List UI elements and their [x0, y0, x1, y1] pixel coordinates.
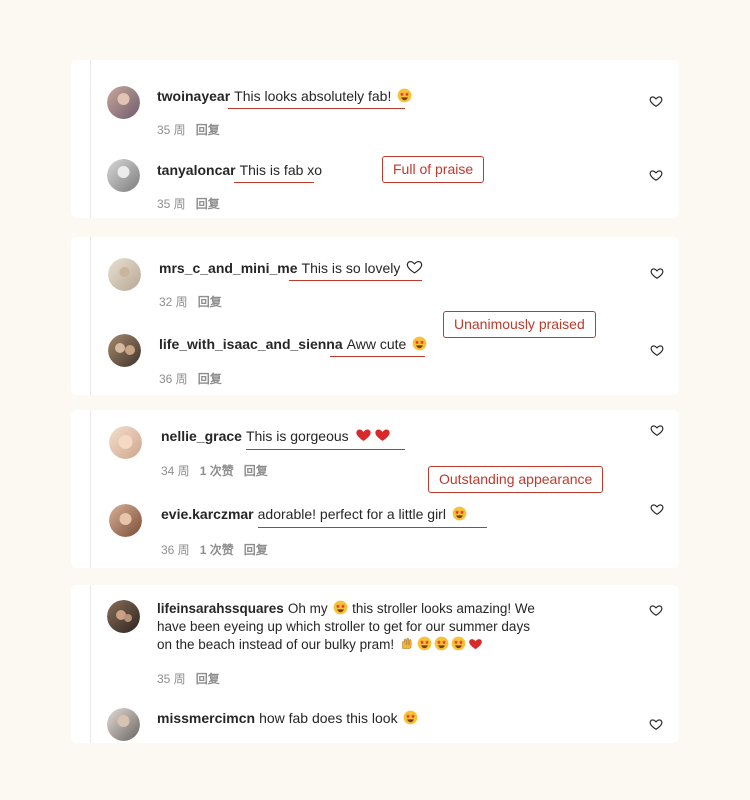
like-heart-icon[interactable]	[649, 717, 663, 731]
reply-button[interactable]: 回复	[196, 123, 220, 137]
like-heart-icon[interactable]	[649, 94, 663, 108]
star-struck-emoji	[397, 88, 412, 103]
star-struck-emoji	[333, 600, 348, 615]
like-count[interactable]: 1 次赞	[200, 464, 234, 478]
comment: evie.karczmar adorable! perfect for a lit…	[71, 490, 679, 568]
comment-text: adorable! perfect for a little girl	[257, 506, 446, 522]
comment-group-2: mrs_c_and_mini_me This is so lovely 32 周回…	[71, 237, 679, 395]
highlight-underline	[246, 449, 405, 450]
red-heart-emoji	[355, 426, 372, 443]
comment-line: missmercimcn how fab does this look	[157, 709, 418, 727]
comment-group-3: nellie_grace This is gorgeous 34 周1 次赞 回复 …	[71, 410, 679, 568]
comment-meta: 36 周回复	[159, 370, 232, 387]
avatar[interactable]	[109, 504, 142, 537]
raised-hands-emoji	[400, 636, 415, 651]
star-struck-emoji	[403, 710, 418, 725]
highlight-underline	[289, 280, 422, 281]
avatar[interactable]	[108, 258, 141, 291]
comment-text: Aww cute	[346, 336, 407, 352]
timestamp[interactable]: 32 周	[159, 295, 188, 309]
username[interactable]: evie.karczmar	[161, 506, 254, 522]
username[interactable]: mrs_c_and_mini_me	[159, 260, 298, 276]
comment: missmercimcn how fab does this look	[71, 690, 679, 743]
username[interactable]: tanyaloncar	[157, 162, 236, 178]
timestamp[interactable]: 35 周	[157, 123, 186, 137]
avatar[interactable]	[107, 159, 140, 192]
comment-line: twoinayear This looks absolutely fab!	[157, 87, 412, 105]
like-heart-icon[interactable]	[649, 603, 663, 617]
avatar[interactable]	[109, 426, 142, 459]
comment: mrs_c_and_mini_me This is so lovely 32 周回…	[71, 237, 679, 317]
timestamp[interactable]: 35 周	[157, 197, 186, 211]
star-struck-emoji	[434, 636, 449, 651]
star-struck-emoji	[412, 336, 427, 351]
comment-line: lifeinsarahssquares Oh my this stroller l…	[157, 600, 547, 654]
red-heart-emoji	[468, 636, 483, 651]
reply-button[interactable]: 回复	[196, 672, 220, 686]
timestamp[interactable]: 35 周	[157, 672, 186, 686]
star-struck-emoji	[452, 506, 467, 521]
avatar[interactable]	[107, 86, 140, 119]
comment: tanyaloncar This is fab xo 35 周回复	[71, 140, 679, 218]
comment-meta: 35 周回复	[157, 195, 230, 212]
annotation-tag: Unanimously praised	[443, 311, 596, 338]
reply-button[interactable]: 回复	[196, 197, 220, 211]
comment-group-4: lifeinsarahssquares Oh my this stroller l…	[71, 585, 679, 743]
comment: lifeinsarahssquares Oh my this stroller l…	[71, 585, 679, 690]
timestamp[interactable]: 36 周	[159, 372, 188, 386]
comment-group-1: twoinayear This looks absolutely fab! 35 …	[71, 60, 679, 218]
comment-meta: 36 周 1 次赞 回复	[161, 541, 278, 558]
comment-text: This is gorgeous	[245, 428, 349, 444]
annotation-tag: Outstanding appearance	[428, 466, 604, 493]
comment: twoinayear This looks absolutely fab! 35 …	[71, 60, 679, 140]
comment-text: how fab does this look	[259, 710, 398, 726]
username[interactable]: missmercimcn	[157, 710, 255, 726]
reply-button[interactable]: 回复	[198, 372, 222, 386]
comment-text: This looks absolutely fab!	[234, 88, 392, 104]
highlight-underline	[330, 356, 425, 357]
like-heart-icon[interactable]	[650, 266, 664, 280]
username[interactable]: nellie_grace	[161, 428, 242, 444]
comment-line: nellie_grace This is gorgeous	[161, 426, 391, 445]
comment-text: This is so lovely	[301, 260, 401, 276]
comment-text: Oh my	[287, 601, 328, 616]
like-heart-icon[interactable]	[650, 423, 664, 437]
red-heart-emoji	[374, 426, 391, 443]
comment-meta: 32 周回复	[159, 293, 232, 310]
username[interactable]: lifeinsarahssquares	[157, 601, 284, 616]
comment-meta: 35 周回复	[157, 121, 230, 138]
avatar[interactable]	[108, 334, 141, 367]
comment-text: This is fab xo	[239, 162, 323, 178]
timestamp[interactable]: 36 周	[161, 543, 190, 557]
comment-meta: 35 周回复	[157, 670, 230, 687]
comment-line: tanyaloncar This is fab xo	[157, 161, 322, 179]
highlight-underline	[234, 182, 314, 183]
comment-meta: 34 周 1 次赞 回复	[161, 462, 278, 479]
like-heart-icon[interactable]	[649, 168, 663, 182]
star-struck-emoji	[451, 636, 466, 651]
comment-line: evie.karczmar adorable! perfect for a lit…	[161, 505, 467, 523]
username[interactable]: life_with_isaac_and_sienna	[159, 336, 343, 352]
comment-line: mrs_c_and_mini_me This is so lovely	[159, 258, 423, 277]
annotation-tag: Full of praise	[382, 156, 485, 183]
timestamp[interactable]: 34 周	[161, 464, 190, 478]
avatar[interactable]	[107, 600, 140, 633]
avatar[interactable]	[107, 708, 140, 741]
like-count[interactable]: 1 次赞	[200, 543, 234, 557]
like-heart-icon[interactable]	[650, 502, 664, 516]
highlight-underline	[258, 527, 487, 528]
like-heart-icon[interactable]	[650, 343, 664, 357]
highlight-underline	[228, 108, 405, 109]
white-heart-emoji	[406, 258, 423, 275]
reply-button[interactable]: 回复	[244, 543, 268, 557]
username[interactable]: twoinayear	[157, 88, 230, 104]
star-struck-emoji	[417, 636, 432, 651]
reply-button[interactable]: 回复	[244, 464, 268, 478]
comment-line: life_with_isaac_and_sienna Aww cute	[159, 335, 427, 353]
reply-button[interactable]: 回复	[198, 295, 222, 309]
